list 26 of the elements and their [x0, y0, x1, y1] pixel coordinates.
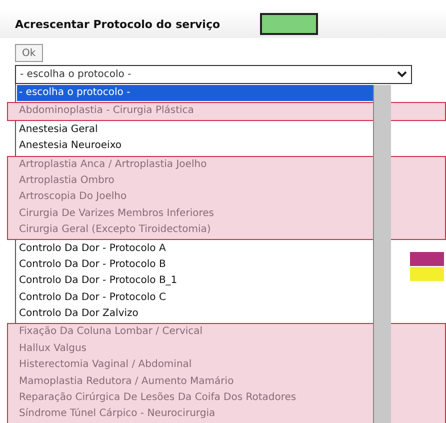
dropdown-option[interactable]: Anestesia Neuroeixo — [17, 138, 375, 155]
dropdown-option[interactable]: Histerectomia Vaginal / Abdominal — [17, 357, 375, 374]
form-title: Acrescentar Protocolo do serviço — [15, 18, 220, 30]
dropdown-option[interactable]: Síndrome Túnel Cárpico - Neurocirurgia — [17, 406, 375, 423]
status-indicator — [260, 13, 318, 35]
dropdown-option[interactable]: Abdominoplastia - Cirurgia Plástica — [17, 103, 375, 120]
protocol-select[interactable]: - escolha o protocolo - — [15, 65, 412, 84]
dropdown-option[interactable]: Cirurgia De Varizes Membros Inferiores — [17, 206, 375, 222]
dropdown-option[interactable]: Mamoplastia Redutora / Aumento Mamário — [17, 374, 375, 390]
dropdown-option[interactable]: Fixação Da Coluna Lombar / Cervical — [17, 324, 375, 341]
dropdown-option[interactable]: Controlo Da Dor - Protocolo B_1 — [17, 273, 375, 290]
scrollbar[interactable] — [373, 85, 391, 423]
chevron-icon — [397, 71, 407, 78]
dropdown-option[interactable]: Artroplastia Anca / Artroplastia Joelho — [17, 156, 375, 173]
dropdown-option[interactable]: Controlo Da Dor - Protocolo C — [17, 290, 375, 306]
dropdown-option[interactable]: Artroscopia Do Joelho — [17, 189, 375, 206]
dropdown-option[interactable]: Anestesia Geral — [17, 122, 375, 138]
dropdown-option[interactable]: Controlo Da Dor - Protocolo A — [17, 240, 375, 257]
dropdown-option[interactable]: Hallux Valgus — [17, 340, 375, 358]
ok-button[interactable]: Ok — [15, 44, 43, 62]
dropdown-option[interactable]: Controlo Da Dor - Protocolo B — [17, 256, 375, 274]
dropdown-option[interactable]: Cirurgia Geral (Excepto Tiroidectomia) — [17, 222, 375, 239]
dropdown-option[interactable]: Reparação Cirúrgica De Lesões Da Coifa Dos Rotadores — [17, 390, 375, 406]
dropdown-option[interactable]: - escolha o protocolo - — [17, 85, 375, 102]
dropdown-option[interactable]: Artroplastia Ombro — [17, 172, 375, 190]
dropdown-option[interactable]: Controlo Da Dor Zalvizo — [17, 306, 375, 322]
